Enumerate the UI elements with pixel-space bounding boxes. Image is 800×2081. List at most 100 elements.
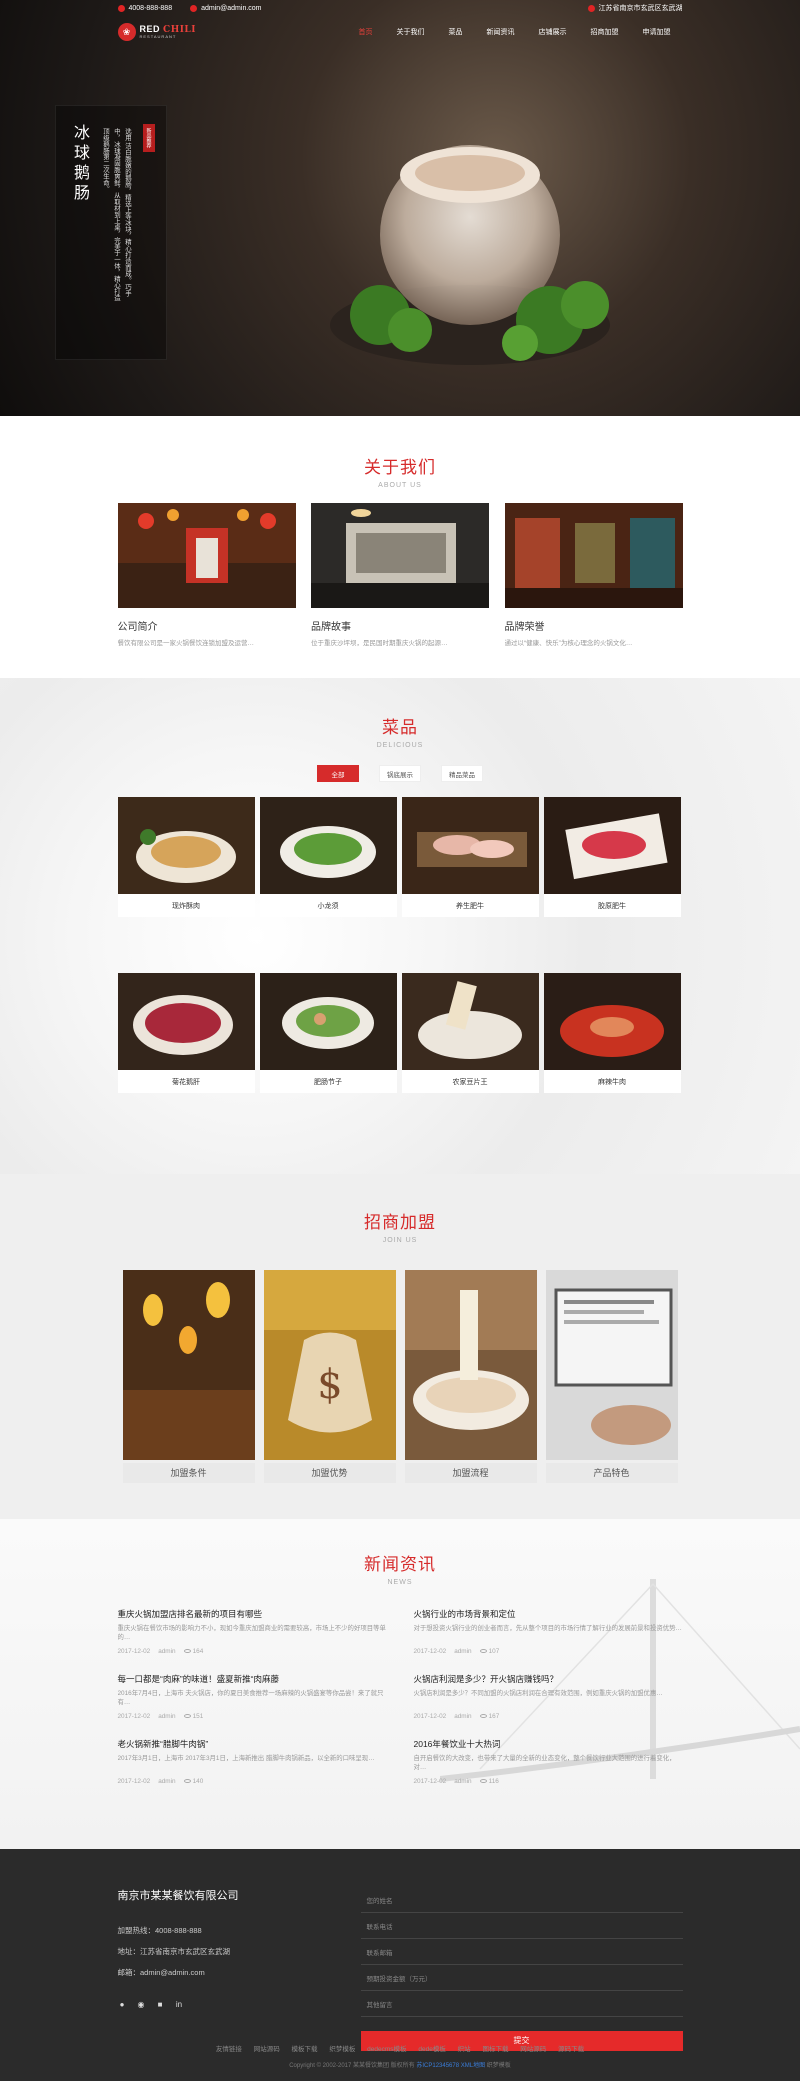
franchise-card[interactable]: 加盟流程: [404, 1270, 537, 1483]
news-views: 140: [183, 1778, 203, 1785]
franchise-card-label: 加盟条件: [122, 1463, 255, 1483]
franchise-subtitle: JOIN US: [382, 1237, 418, 1244]
nav-menu: 首页 关于我们 菜品 新闻资讯 店铺展示 招商加盟 申请加盟: [347, 27, 683, 37]
powered-by: 织梦模板: [486, 2063, 511, 2069]
about-title: 关于我们: [364, 458, 436, 477]
friend-link[interactable]: 织梦模板: [329, 2046, 355, 2053]
investment-field[interactable]: 预期投资金额（万元）: [360, 1965, 683, 1991]
qq-icon[interactable]: ●: [118, 2000, 127, 2009]
laptop-image: [545, 1270, 678, 1460]
dish-card[interactable]: 农家豆片王: [401, 973, 539, 1093]
franchise-card[interactable]: $ 加盟优势: [263, 1270, 396, 1483]
dish-card[interactable]: 肥肠节子: [259, 973, 397, 1093]
weibo-icon[interactable]: ◉: [137, 2000, 146, 2009]
news-author: admin: [158, 1713, 176, 1720]
news-section: 新闻资讯 NEWS 重庆火锅加盟店排名最新的项目有哪些 重庆火锅在餐饮市场的影响…: [0, 1519, 800, 1849]
nav-item-stores[interactable]: 店铺展示: [527, 27, 579, 37]
nav-item-dishes[interactable]: 菜品: [437, 27, 475, 37]
hero-feature-card: 冰球鹅肠 选用 洁白脆嫩的鹅肠，精选上等冰块，精心打造而成。巧手中，冰球凝固脆爽…: [55, 105, 167, 360]
about-card-honor[interactable]: 品牌荣誉 通过以“健康、快乐”为核心理念的火锅文化…: [504, 503, 683, 647]
lantern-restaurant-image: [122, 1270, 255, 1460]
about-card-company[interactable]: 公司简介 餐饮有限公司是一家火锅餐饮连锁加盟及运营…: [117, 503, 296, 647]
dish-card[interactable]: 麻辣牛肉: [543, 973, 681, 1093]
tab-all[interactable]: 全部: [317, 765, 359, 782]
eye-icon: [479, 1649, 487, 1654]
franchise-card[interactable]: 产品特色: [545, 1270, 678, 1483]
phone-field[interactable]: 联系电话: [360, 1913, 683, 1939]
friend-link[interactable]: 友情链接: [216, 2046, 242, 2053]
tab-soup-base[interactable]: 锅底展示: [379, 765, 421, 782]
topbar-email[interactable]: admin@admin.com: [190, 4, 262, 12]
dish-card[interactable]: 菊花鹅肝: [117, 973, 255, 1093]
footer-contact: 南京市某某餐饮有限公司 加盟热线：4008-888-888 地址：江苏省南京市玄…: [118, 1887, 358, 2051]
email-field[interactable]: 联系邮箱: [360, 1939, 683, 1965]
friend-link[interactable]: 模板下载: [292, 2046, 318, 2053]
site-logo[interactable]: ❀ RED CHILI RESTAURANT: [117, 23, 196, 41]
location-icon: [587, 4, 595, 12]
news-headline[interactable]: 火锅行业的市场背景和定位: [414, 1608, 683, 1620]
friend-link[interactable]: 源码下载: [558, 2046, 584, 2053]
sitemap-link[interactable]: XML地图: [461, 2063, 485, 2069]
dish-image: [543, 973, 681, 1070]
dish-name: 养生肥牛: [456, 903, 484, 910]
phone-icon: [117, 4, 125, 12]
franchise-section: 招商加盟 JOIN US 加盟条件 $ 加盟优势 加盟流程 产品特色: [0, 1174, 800, 1519]
nav-item-news[interactable]: 新闻资讯: [475, 27, 527, 37]
mural-hall-image: [311, 503, 489, 608]
news-subtitle: NEWS: [387, 1579, 413, 1586]
news-item[interactable]: 火锅行业的市场背景和定位 对于想投资火锅行业的创业者而言，先从整个项目的市场行情…: [414, 1608, 683, 1655]
name-field[interactable]: 您的姓名: [360, 1887, 683, 1913]
news-headline[interactable]: 老火锅新推“腊脚牛肉锅”: [118, 1738, 387, 1750]
news-title: 新闻资讯: [364, 1555, 436, 1574]
twitter-icon[interactable]: ■: [156, 2000, 165, 2009]
dish-card[interactable]: 现炸酥肉: [117, 797, 255, 917]
footer-email: 邮箱：admin@admin.com: [117, 1968, 205, 1977]
franchise-card[interactable]: 加盟条件: [122, 1270, 255, 1483]
dish-name: 胶原肥牛: [598, 903, 626, 910]
dish-card[interactable]: 胶原肥牛: [543, 797, 681, 917]
dish-card[interactable]: 小龙须: [259, 797, 397, 917]
chili-logo-icon: ❀: [117, 23, 136, 41]
news-headline[interactable]: 重庆火锅加盟店排名最新的项目有哪些: [118, 1608, 387, 1620]
nav-item-apply[interactable]: 申请加盟: [631, 27, 683, 37]
friend-link[interactable]: 网站源码: [254, 2046, 280, 2053]
news-headline[interactable]: 火锅店利润是多少？开火锅店赚钱吗？: [414, 1673, 683, 1685]
news-views: 151: [183, 1713, 203, 1720]
footer-hotline: 加盟热线：4008-888-888: [117, 1926, 202, 1935]
news-date: 2017-12-02: [117, 1648, 151, 1655]
dish-image: [401, 797, 539, 894]
news-author: admin: [454, 1713, 472, 1720]
news-item[interactable]: 火锅店利润是多少？开火锅店赚钱吗？ 火锅店利润是多少？不同加盟的火锅店利润在合理…: [414, 1673, 683, 1720]
friend-link[interactable]: dedecms模板: [367, 2046, 406, 2053]
news-date: 2017-12-02: [413, 1713, 447, 1720]
hero-title: 冰球鹅肠: [71, 124, 90, 204]
news-views: 164: [183, 1648, 203, 1655]
news-item[interactable]: 每一口都是“肉麻”的味道！盛夏新推“肉麻藤 2016年7月4日，上海市 夫火锅店…: [118, 1673, 387, 1720]
linkedin-icon[interactable]: in: [175, 2000, 184, 2009]
message-field[interactable]: 其他留言: [360, 1991, 683, 2017]
news-author: admin: [454, 1778, 472, 1785]
footer-address: 地址：江苏省南京市玄武区玄武湖: [117, 1947, 231, 1956]
svg-text:$: $: [317, 1362, 342, 1408]
eye-icon: [183, 1649, 191, 1654]
news-item[interactable]: 老火锅新推“腊脚牛肉锅” 2017年3月1日，上海市 2017年3月1日，上海新…: [118, 1738, 387, 1785]
friend-link[interactable]: 织站: [458, 2046, 471, 2053]
friend-link[interactable]: dede模板: [418, 2046, 445, 2053]
news-item[interactable]: 重庆火锅加盟店排名最新的项目有哪些 重庆火锅在餐饮市场的影响力不小，现如今重庆加…: [118, 1608, 387, 1655]
news-headline[interactable]: 2016年餐饮业十大热词: [414, 1738, 683, 1750]
dish-card[interactable]: 养生肥牛: [401, 797, 539, 917]
friend-link[interactable]: 图标下载: [482, 2046, 508, 2053]
nav-item-home[interactable]: 首页: [347, 27, 385, 37]
tab-premium[interactable]: 精品菜品: [441, 765, 483, 782]
news-headline[interactable]: 每一口都是“肉麻”的味道！盛夏新推“肉麻藤: [118, 1673, 387, 1685]
friend-link[interactable]: 网站源码: [520, 2046, 546, 2053]
news-summary: 自开启餐饮的大改变，也带来了大量的全新的业态变化，整个餐饮行业大范围的进行着变化…: [413, 1755, 676, 1771]
news-item[interactable]: 2016年餐饮业十大热词 自开启餐饮的大改变，也带来了大量的全新的业态变化，整个…: [414, 1738, 683, 1785]
icp-link[interactable]: 苏ICP12345678: [416, 2063, 459, 2069]
nav-item-franchise[interactable]: 招商加盟: [579, 27, 631, 37]
news-author: admin: [158, 1648, 176, 1655]
about-card-story[interactable]: 品牌故事 位于重庆沙坪坝，是民国时期重庆火锅的起源…: [311, 503, 489, 647]
about-card-title: 品牌故事: [311, 622, 351, 633]
about-section: 关于我们 ABOUT US 公司简介 餐饮有限公司是一家火锅餐饮连锁加盟及运营…: [0, 416, 800, 678]
nav-item-about[interactable]: 关于我们: [385, 27, 437, 37]
